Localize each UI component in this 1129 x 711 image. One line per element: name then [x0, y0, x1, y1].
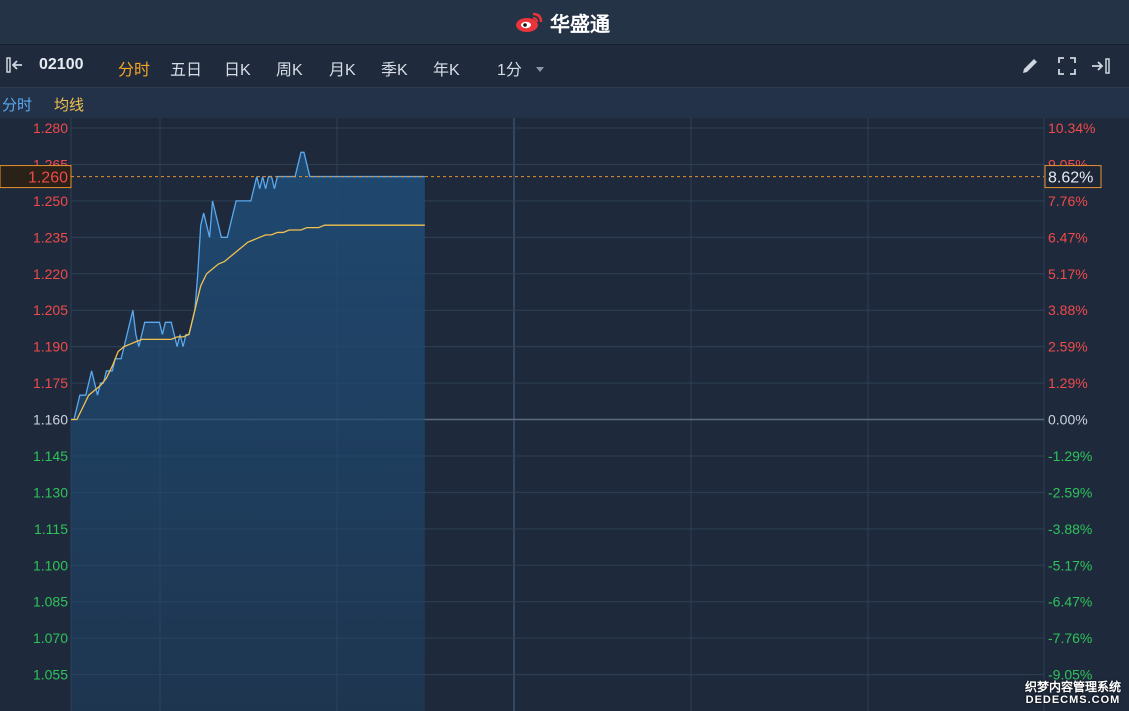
y-axis-right: 10.34%9.05%7.76%6.47%5.17%3.88%2.59%1.29…: [1048, 120, 1095, 683]
tab-intraday[interactable]: 分时: [118, 56, 150, 80]
crosshair-price-label: 1.260: [28, 170, 68, 187]
collapse-right-icon[interactable]: [1089, 55, 1111, 77]
y-tick-label-right: 5.17%: [1048, 266, 1088, 282]
fullscreen-icon[interactable]: [1056, 55, 1078, 77]
y-tick-label-left: 1.190: [33, 339, 68, 355]
y-tick-label-right: 10.34%: [1048, 120, 1095, 136]
tab-quarterly-k[interactable]: 季K: [381, 56, 408, 80]
y-tick-label-right: 7.76%: [1048, 193, 1088, 209]
legend-price: 分时: [2, 97, 33, 114]
y-tick-label-right: -6.47%: [1048, 594, 1092, 610]
chevron-down-icon: [536, 67, 545, 72]
tab-yearly-k[interactable]: 年K: [433, 56, 460, 80]
y-tick-label-left: 1.145: [33, 448, 68, 464]
y-tick-label-left: 1.235: [33, 229, 68, 245]
y-tick-label-left: 1.115: [34, 521, 68, 537]
y-tick-label-right: -9.05%: [1048, 667, 1092, 683]
chart-app: 华盛通 02100 分时 五日 日K 周K 月K 季K 年K 1分 分时 均线: [0, 0, 1129, 711]
y-tick-label-right: 6.47%: [1048, 229, 1088, 245]
y-tick-label-right: 3.88%: [1048, 302, 1088, 318]
y-tick-label-left: 1.220: [33, 266, 68, 282]
pencil-icon[interactable]: [1019, 55, 1041, 77]
interval-value: 1分: [497, 62, 522, 79]
title-bar: 华盛通: [0, 0, 1129, 45]
y-tick-label-right: 0.00%: [1048, 412, 1088, 428]
toolbar: 02100 分时 五日 日K 周K 月K 季K 年K 1分: [0, 45, 1129, 88]
legend-average: 均线: [54, 97, 85, 114]
y-tick-label-left: 1.070: [33, 630, 68, 646]
collapse-left-icon[interactable]: [5, 54, 27, 81]
brand-logo-icon: [516, 12, 543, 32]
y-tick-label-right: -2.59%: [1048, 484, 1092, 500]
y-tick-label-left: 1.130: [33, 484, 68, 500]
crosshair-pct-label: 8.62%: [1048, 170, 1093, 187]
tab-daily-k[interactable]: 日K: [224, 56, 251, 80]
brand-logo: 华盛通: [514, 9, 610, 36]
y-tick-label-left: 1.055: [33, 667, 68, 683]
tab-five-day[interactable]: 五日: [170, 56, 202, 80]
y-tick-label-right: -5.17%: [1048, 557, 1092, 573]
y-tick-label-right: 2.59%: [1048, 339, 1088, 355]
y-tick-label-left: 1.175: [33, 375, 68, 391]
interval-select[interactable]: 1分: [497, 56, 546, 80]
y-axis-left: 1.2801.2651.2501.2351.2201.2051.1901.175…: [33, 120, 68, 683]
y-tick-label-right: 1.29%: [1048, 375, 1088, 391]
y-tick-label-left: 1.100: [33, 557, 68, 573]
tab-weekly-k[interactable]: 周K: [276, 56, 303, 80]
brand-name: 华盛通: [550, 13, 610, 36]
y-tick-label-right: -1.29%: [1048, 448, 1092, 464]
price-area-fill: [71, 152, 425, 711]
y-tick-label-right: -3.88%: [1048, 521, 1092, 537]
y-tick-label-right: -7.76%: [1048, 630, 1092, 646]
legend-bar: 分时 均线: [0, 88, 1129, 118]
tab-monthly-k[interactable]: 月K: [329, 56, 356, 80]
crosshair: 1.260 8.62%: [0, 165, 1102, 189]
intraday-chart: 1.2801.2651.2501.2351.2201.2051.1901.175…: [0, 118, 1102, 711]
y-tick-label-left: 1.160: [33, 412, 68, 428]
y-tick-label-left: 1.205: [33, 302, 68, 318]
y-tick-label-left: 1.250: [33, 193, 68, 209]
price-area: [71, 152, 425, 711]
symbol-code: 02100: [39, 56, 84, 73]
y-tick-label-left: 1.280: [33, 120, 68, 136]
y-tick-label-left: 1.085: [33, 594, 68, 610]
